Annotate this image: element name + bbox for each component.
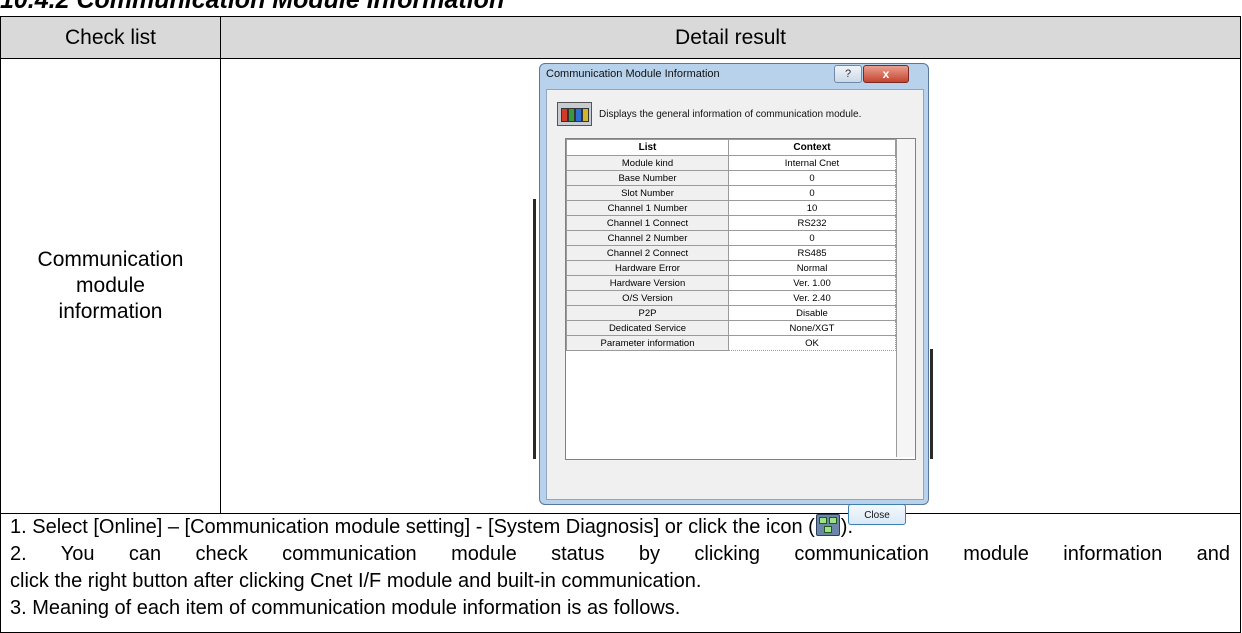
window-edge-right	[930, 349, 933, 459]
info-list-cell: Channel 1 Connect	[566, 215, 729, 231]
info-list-cell: Slot Number	[566, 185, 729, 201]
window-edge-left	[533, 199, 536, 459]
info-list-cell: Hardware Version	[566, 275, 729, 291]
info-row[interactable]: Hardware Error Normal	[566, 260, 896, 276]
info-context-cell: 0	[728, 185, 896, 201]
table-header-row: Check list Detail result	[0, 16, 1241, 59]
grid-scrollbar[interactable]	[896, 139, 915, 457]
check-table: Check list Detail result Communication m…	[0, 16, 1241, 633]
info-list-cell: Base Number	[566, 170, 729, 186]
info-header-row: List Context	[566, 139, 896, 156]
close-button[interactable]: Close	[848, 504, 906, 525]
info-list-cell: Hardware Error	[566, 260, 729, 276]
col-context-header: Context	[728, 139, 896, 156]
note-line-4: 3. Meaning of each item of communication…	[10, 597, 681, 619]
close-icon[interactable]: x	[863, 65, 909, 83]
col-header-check-list: Check list	[0, 16, 221, 59]
info-context-cell: 0	[728, 170, 896, 186]
info-grid: List Context Module kind Internal Cnet Ba…	[565, 138, 916, 460]
row-label: Communication module information	[0, 58, 221, 514]
info-row[interactable]: P2P Disable	[566, 305, 896, 321]
info-list-cell: Channel 2 Connect	[566, 245, 729, 261]
table-row: Communication module information Communi…	[0, 58, 1241, 525]
detail-screenshot-cell: Communication Module Information ? x Dis…	[220, 58, 1241, 525]
info-row[interactable]: O/S Version Ver. 2.40	[566, 290, 896, 306]
info-context-cell: Ver. 1.00	[728, 275, 896, 291]
note-line-3: click the right button after clicking Cn…	[10, 570, 702, 592]
row-label-text: Communication module information	[37, 248, 184, 323]
info-context-cell: RS232	[728, 215, 896, 231]
help-button[interactable]: ?	[834, 65, 862, 83]
info-row[interactable]: Base Number 0	[566, 170, 896, 186]
col-header-detail-result: Detail result	[220, 16, 1241, 59]
info-row[interactable]: Channel 2 Connect RS485	[566, 245, 896, 261]
info-context-cell: RS485	[728, 245, 896, 261]
info-row[interactable]: Slot Number 0	[566, 185, 896, 201]
note-line-2: 2. You can check communication module st…	[10, 543, 1230, 565]
info-row[interactable]: Dedicated Service None/XGT	[566, 320, 896, 336]
info-row[interactable]: Module kind Internal Cnet	[566, 155, 896, 171]
info-list-cell: Dedicated Service	[566, 320, 729, 336]
note-1-text: 1. Select [Online] – [Communication modu…	[10, 516, 815, 538]
info-table: List Context Module kind Internal Cnet Ba…	[566, 139, 896, 351]
info-context-cell: None/XGT	[728, 320, 896, 336]
dialog-title: Communication Module Information	[546, 68, 720, 80]
info-context-cell: Normal	[728, 260, 896, 276]
module-info-dialog: Communication Module Information ? x Dis…	[539, 63, 929, 525]
info-list-cell: Channel 2 Number	[566, 230, 729, 246]
info-row[interactable]: Channel 1 Number 10	[566, 200, 896, 216]
info-list-cell: P2P	[566, 305, 729, 321]
info-list-cell: Channel 1 Number	[566, 200, 729, 216]
note-line-1: 1. Select [Online] – [Communication modu…	[1, 514, 1240, 541]
system-diagnosis-icon	[815, 514, 840, 536]
section-heading: 10.4.2 Communication Module Information	[0, 0, 505, 14]
info-context-cell: 0	[728, 230, 896, 246]
info-list-cell: Parameter information	[566, 335, 729, 351]
dialog-description: Displays the general information of comm…	[599, 109, 862, 120]
info-context-cell: Ver. 2.40	[728, 290, 896, 306]
col-list-header: List	[566, 139, 729, 156]
info-row[interactable]: Channel 2 Number 0	[566, 230, 896, 246]
module-rack-icon	[557, 102, 592, 126]
info-row[interactable]: Parameter information OK	[566, 335, 896, 351]
info-context-cell: OK	[728, 335, 896, 351]
info-context-cell: Internal Cnet	[728, 155, 896, 171]
dialog-body: Displays the general information of comm…	[546, 89, 924, 525]
notes-cell: 1. Select [Online] – [Communication modu…	[0, 513, 1241, 633]
info-list-cell: O/S Version	[566, 290, 729, 306]
info-list-cell: Module kind	[566, 155, 729, 171]
info-context-cell: 10	[728, 200, 896, 216]
info-row[interactable]: Channel 1 Connect RS232	[566, 215, 896, 231]
notes-row: 1. Select [Online] – [Communication modu…	[0, 513, 1241, 633]
info-context-cell: Disable	[728, 305, 896, 321]
info-row[interactable]: Hardware Version Ver. 1.00	[566, 275, 896, 291]
